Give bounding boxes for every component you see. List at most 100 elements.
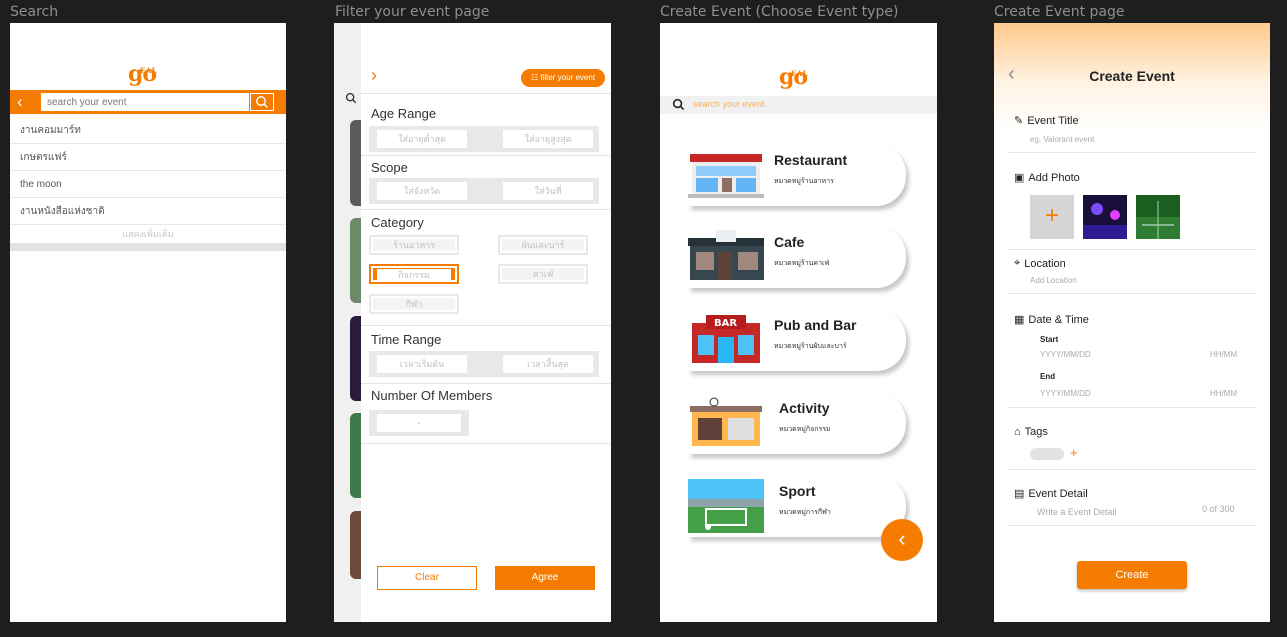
- event-thumbnail: [350, 120, 361, 206]
- age-max-input[interactable]: ใส่อายุสูงสุด: [503, 130, 593, 148]
- svg-text:BAR: BAR: [714, 318, 737, 329]
- start-date-input[interactable]: YYYY/MM/DD: [1040, 350, 1091, 359]
- scope-row: ใส่จังหวัด ใส่วันที่: [369, 178, 599, 204]
- image-icon: ▣: [1014, 172, 1025, 184]
- list-item[interactable]: the moon: [10, 171, 286, 198]
- card-title: Activity: [779, 400, 830, 416]
- show-more-link[interactable]: แสดงเพิ่มเติม: [10, 225, 286, 243]
- category-activity-chip[interactable]: กิจกรรม: [369, 264, 459, 284]
- agree-button[interactable]: Agree: [495, 566, 595, 590]
- filter-icon: ☷: [530, 73, 541, 82]
- frame-label-search: Search: [10, 4, 59, 20]
- sport-illustration: [688, 479, 764, 533]
- event-detail-input[interactable]: Write a Event Detail: [1037, 507, 1116, 517]
- category-cafe-chip[interactable]: คาเฟ่: [498, 264, 588, 284]
- card-title: Restaurant: [774, 152, 848, 168]
- card-title: Pub and Bar: [774, 317, 857, 333]
- search-icon: [256, 96, 269, 109]
- search-bar[interactable]: search your event: [660, 96, 937, 114]
- background-list: [334, 23, 361, 622]
- search-input[interactable]: [41, 93, 249, 111]
- filter-panel: › ☷ filter your event Age Range ใส่อายุต…: [361, 23, 611, 622]
- restaurant-illustration: [688, 154, 764, 198]
- time-range-section: Time Range เวลาเริ่มต้น เวลาสิ้นสุด: [361, 325, 611, 383]
- app-logo: EAL go: [128, 61, 158, 87]
- app-logo: EAL go: [779, 64, 809, 90]
- frame-label-create: Create Event page: [994, 4, 1125, 20]
- divider: [1008, 249, 1256, 250]
- search-results: งานคอมมาร์ท เกษตรแฟร์ the moon งานหนังสื…: [10, 117, 286, 251]
- search-icon: [345, 92, 357, 104]
- create-event-screen: ‹ Create Event ✎ Event Title eg. Valorant…: [994, 23, 1270, 622]
- char-counter: 0 of 300: [1202, 504, 1235, 514]
- add-photo-button[interactable]: +: [1030, 195, 1074, 239]
- province-input[interactable]: ใส่จังหวัด: [377, 182, 467, 200]
- divider: [1008, 469, 1256, 470]
- category-pub-chip[interactable]: ผับและบาร์: [498, 235, 588, 255]
- tag-chip[interactable]: [1030, 448, 1064, 460]
- end-time-input[interactable]: เวลาสิ้นสุด: [503, 355, 593, 373]
- card-subtitle: หมวดหมู่การกีฬา: [779, 509, 831, 516]
- search-screen: EALgo ‹ งานคอมมาร์ท เกษตรแฟร์ the moon ง…: [10, 23, 286, 622]
- divider: [1008, 407, 1256, 408]
- filter-screen: › ☷ filter your event Age Range ใส่อายุต…: [334, 23, 611, 622]
- card-title: Sport: [779, 483, 816, 499]
- pub-illustration: BAR: [692, 315, 760, 363]
- list-item[interactable]: เกษตรแฟร์: [10, 144, 286, 171]
- category-card-activity[interactable]: Activity หมวดหมู่กิจกรรม: [688, 392, 906, 454]
- divider: [1008, 152, 1256, 153]
- scope-section: Scope ใส่จังหวัด ใส่วันที่: [361, 155, 611, 209]
- event-thumbnail: [350, 218, 361, 303]
- category-card-pub[interactable]: BAR Pub and Bar หมวดหมู่ร้านผับและบาร์: [688, 309, 906, 371]
- start-label: Start: [1040, 335, 1059, 344]
- back-icon[interactable]: ‹: [17, 92, 23, 112]
- tags-label: ⌂ Tags: [1014, 426, 1048, 438]
- start-time-input[interactable]: HH/MM: [1210, 350, 1237, 359]
- document-icon: ▤: [1014, 488, 1025, 500]
- photo-thumbnail[interactable]: [1083, 195, 1127, 239]
- back-fab-button[interactable]: ‹: [881, 519, 923, 561]
- card-title: Cafe: [774, 234, 805, 250]
- event-detail-label: ▤ Event Detail: [1014, 487, 1088, 501]
- photo-thumbnail[interactable]: [1136, 195, 1180, 239]
- category-card-restaurant[interactable]: Restaurant หมวดหมู่ร้านอาหาร: [688, 144, 906, 206]
- cafe-illustration: [688, 230, 764, 280]
- members-input[interactable]: -: [377, 414, 461, 432]
- end-label: End: [1040, 372, 1056, 381]
- search-button[interactable]: [250, 93, 274, 111]
- list-item[interactable]: งานหนังสือแห่งชาติ: [10, 198, 286, 225]
- category-restaurant-chip[interactable]: ร้านอาหาร: [369, 235, 459, 255]
- members-row: -: [369, 410, 469, 436]
- clear-button[interactable]: Clear: [377, 566, 477, 590]
- add-tag-button[interactable]: +: [1070, 445, 1078, 460]
- create-button[interactable]: Create: [1077, 561, 1187, 589]
- calendar-icon: ▦: [1014, 314, 1025, 326]
- chevron-right-icon[interactable]: ›: [371, 65, 377, 86]
- event-title-input[interactable]: eg. Valorant event: [1030, 135, 1094, 144]
- event-type-screen: EAL go search your event Restaurant หมวดห…: [660, 23, 937, 622]
- search-icon: [672, 98, 685, 111]
- end-time-input[interactable]: HH/MM: [1210, 389, 1237, 398]
- category-card-sport[interactable]: Sport หมวดหมู่การกีฬา: [688, 475, 906, 537]
- scope-title: Scope: [371, 160, 408, 175]
- category-section: Category ร้านอาหาร ผับและบาร์ กิจกรรม คา…: [361, 209, 611, 325]
- divider: [361, 443, 611, 444]
- location-input[interactable]: Add Location: [1030, 276, 1077, 285]
- time-range-row: เวลาเริ่มต้น เวลาสิ้นสุด: [369, 351, 599, 377]
- end-date-input[interactable]: YYYY/MM/DD: [1040, 389, 1091, 398]
- filter-your-event-button[interactable]: ☷ filter your event: [521, 69, 605, 87]
- place-input[interactable]: ใส่วันที่: [503, 182, 593, 200]
- list-item[interactable]: งานคอมมาร์ท: [10, 117, 286, 144]
- category-sport-chip[interactable]: กีฬา: [369, 294, 459, 314]
- age-range-section: Age Range ใส่อายุต่ำสุด ใส่อายุสูงสุด: [361, 93, 611, 155]
- age-range-row: ใส่อายุต่ำสุด ใส่อายุสูงสุด: [369, 126, 599, 152]
- time-range-title: Time Range: [371, 332, 442, 347]
- category-card-cafe[interactable]: Cafe หมวดหมู่ร้านคาเฟ่: [688, 226, 906, 288]
- tag-icon: ⌂: [1014, 426, 1021, 438]
- location-pin-icon: ⌖: [1014, 257, 1021, 269]
- age-min-input[interactable]: ใส่อายุต่ำสุด: [377, 130, 467, 148]
- location-label: ⌖ Location: [1014, 257, 1066, 270]
- age-range-title: Age Range: [371, 106, 437, 121]
- divider: [1008, 293, 1256, 294]
- start-time-input[interactable]: เวลาเริ่มต้น: [377, 355, 467, 373]
